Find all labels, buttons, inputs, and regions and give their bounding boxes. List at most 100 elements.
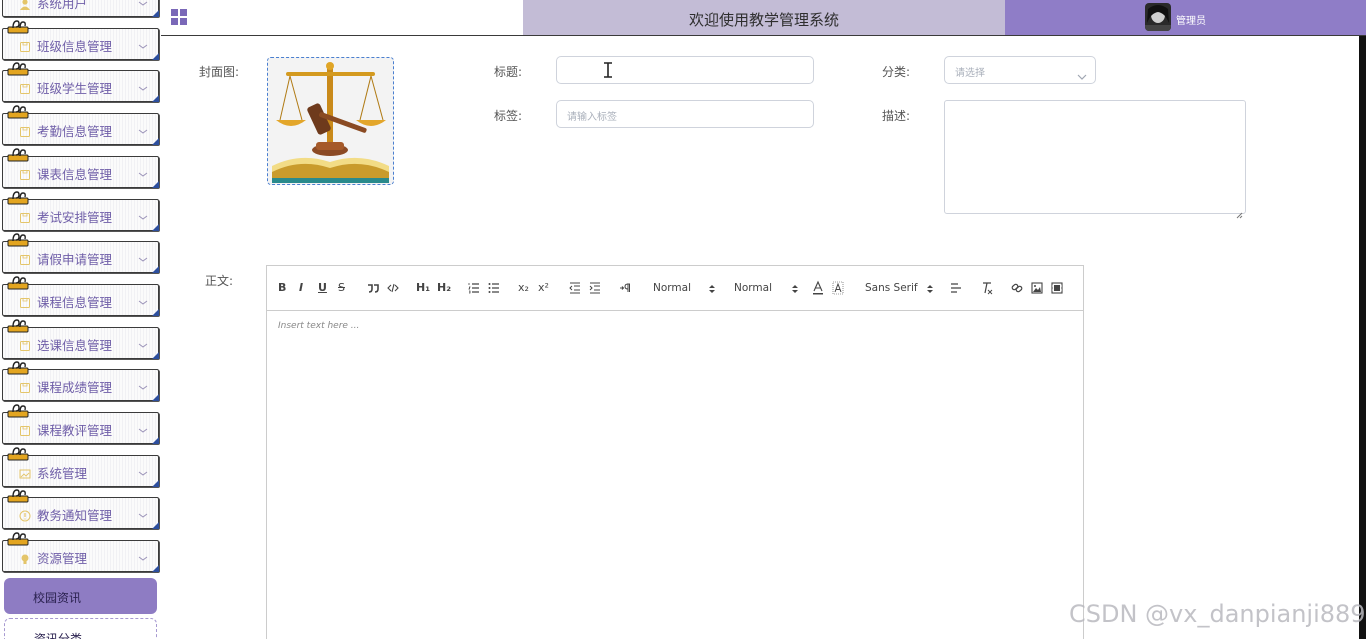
avatar[interactable]: [1145, 3, 1171, 31]
user-icon: [19, 0, 31, 10]
folder-icon: [19, 123, 31, 137]
page-fold-corner: [152, 266, 159, 273]
size-picker[interactable]: Normal: [653, 280, 715, 296]
page-fold-corner: [152, 181, 159, 188]
video-insert-icon[interactable]: [1051, 280, 1063, 296]
strike-button[interactable]: S: [338, 280, 345, 296]
cover-label: 封面图:: [199, 65, 240, 79]
underline-button[interactable]: U: [318, 280, 327, 296]
grid-menu-icon[interactable]: [171, 9, 188, 26]
page-fold-corner: [152, 394, 159, 401]
sidebar-item-label: 考勤信息管理: [37, 124, 113, 139]
sidebar-item-label: 考试安排管理: [37, 210, 113, 225]
clear-format-icon[interactable]: [981, 280, 993, 296]
sidebar-item-label: 选课信息管理: [37, 338, 113, 353]
info-icon: [19, 507, 31, 522]
h2-button[interactable]: H₂: [437, 280, 451, 296]
chevron-down-icon: [138, 462, 148, 476]
font-color-icon[interactable]: [812, 280, 824, 296]
chevron-down-icon: [138, 547, 148, 561]
binder-clip-icon: [6, 275, 30, 291]
page-fold-corner: [152, 522, 159, 529]
chevron-down-icon: [138, 77, 148, 91]
chevron-down-icon: [138, 504, 148, 518]
page-fold-corner: [152, 138, 159, 145]
body-label: 正文:: [205, 274, 234, 288]
background-color-icon[interactable]: [832, 280, 844, 296]
sidebar-subitem-label: 校园资讯: [33, 591, 82, 605]
h1-button[interactable]: H₁: [416, 280, 430, 296]
user-name[interactable]: 管理员: [1176, 12, 1206, 27]
page-fold-corner: [152, 437, 159, 444]
font-picker[interactable]: Sans Serif: [865, 280, 933, 296]
image-insert-icon[interactable]: [1031, 280, 1043, 296]
description-textarea[interactable]: [944, 100, 1246, 219]
folder-icon: [19, 166, 31, 180]
chevron-down-icon: [138, 248, 148, 262]
sidebar-item-label: 系统管理: [37, 466, 88, 481]
page-fold-corner: [152, 95, 159, 102]
page-fold-corner: [152, 352, 159, 359]
justice-scale-image: [268, 58, 393, 184]
resize-grip-icon[interactable]: [1236, 204, 1243, 219]
align-left-icon[interactable]: [950, 280, 962, 296]
binder-clip-icon: [6, 61, 30, 77]
category-label: 分类:: [882, 65, 911, 79]
page-fold-corner: [152, 565, 159, 572]
watermark: CSDN @vx_danpianji889: [1069, 600, 1366, 628]
binder-clip-icon: [6, 403, 30, 419]
sidebar-item-label: 资源管理: [37, 551, 88, 566]
system-title: 欢迎使用教学管理系统: [688, 11, 839, 29]
binder-clip-icon: [6, 147, 30, 163]
ordered-list-icon[interactable]: [468, 280, 480, 296]
font-picker-value: Sans Serif: [865, 282, 918, 294]
binder-clip-icon: [6, 531, 30, 547]
folder-icon: [19, 38, 31, 52]
code-icon[interactable]: [387, 280, 399, 296]
outdent-icon[interactable]: [569, 280, 581, 296]
link-icon[interactable]: [1011, 280, 1023, 296]
indent-icon[interactable]: [589, 280, 601, 296]
cover-image-upload[interactable]: [267, 57, 394, 185]
header: 欢迎使用教学管理系统 管理员: [161, 0, 1366, 36]
header-picker[interactable]: Normal: [734, 280, 798, 296]
italic-button[interactable]: I: [299, 280, 303, 296]
bold-button[interactable]: B: [278, 280, 286, 296]
app-root: 系统用户 班级信息管理 班级学生管理 考勤信息管理 课表信息管理 考试安排管理 请假申请管理…: [0, 0, 1366, 639]
sidebar-subitem-active[interactable]: 校园资讯: [4, 578, 157, 614]
size-picker-value: Normal: [653, 282, 691, 294]
folder-icon: [19, 337, 31, 351]
folder-icon: [19, 251, 31, 265]
desc-label: 描述:: [882, 109, 911, 123]
superscript-button[interactable]: x²: [538, 280, 549, 296]
scrollbar[interactable]: [1359, 36, 1366, 639]
user-band: 管理员: [1005, 0, 1366, 35]
page-fold-corner: [152, 480, 159, 487]
chevron-down-icon: [138, 35, 148, 49]
page-fold-corner: [152, 53, 159, 60]
folder-icon: [19, 422, 31, 436]
category-select[interactable]: 请选择: [944, 56, 1096, 84]
sidebar-item-label: 课程教评管理: [37, 423, 113, 438]
chevron-down-icon: [1077, 66, 1087, 80]
sidebar-subitem[interactable]: 资讯分类: [4, 618, 157, 639]
text-direction-icon[interactable]: [619, 280, 631, 296]
editor-toolbar: B I U S H₁ H₂ x₂ x² Normal Normal Sans S…: [267, 266, 1083, 311]
sidebar-subitem-label: 资讯分类: [34, 632, 83, 639]
bullet-list-icon[interactable]: [488, 280, 500, 296]
binder-clip-icon: [6, 104, 30, 120]
image-icon: [19, 465, 31, 479]
binder-clip-icon: [6, 446, 30, 462]
updown-arrow-icon: [792, 283, 798, 293]
blockquote-icon[interactable]: [367, 280, 379, 296]
subscript-button[interactable]: x₂: [518, 280, 529, 296]
chevron-down-icon: [138, 120, 148, 134]
binder-clip-icon: [6, 360, 30, 376]
page-fold-corner: [152, 224, 159, 231]
rich-text-editor: B I U S H₁ H₂ x₂ x² Normal Normal Sans S…: [266, 265, 1084, 639]
sidebar-item[interactable]: 系统用户: [2, 0, 159, 17]
title-input[interactable]: [556, 56, 814, 84]
title-label: 标题:: [494, 65, 523, 79]
tags-input[interactable]: 请输入标签: [556, 100, 814, 128]
binder-clip-icon: [6, 488, 30, 504]
